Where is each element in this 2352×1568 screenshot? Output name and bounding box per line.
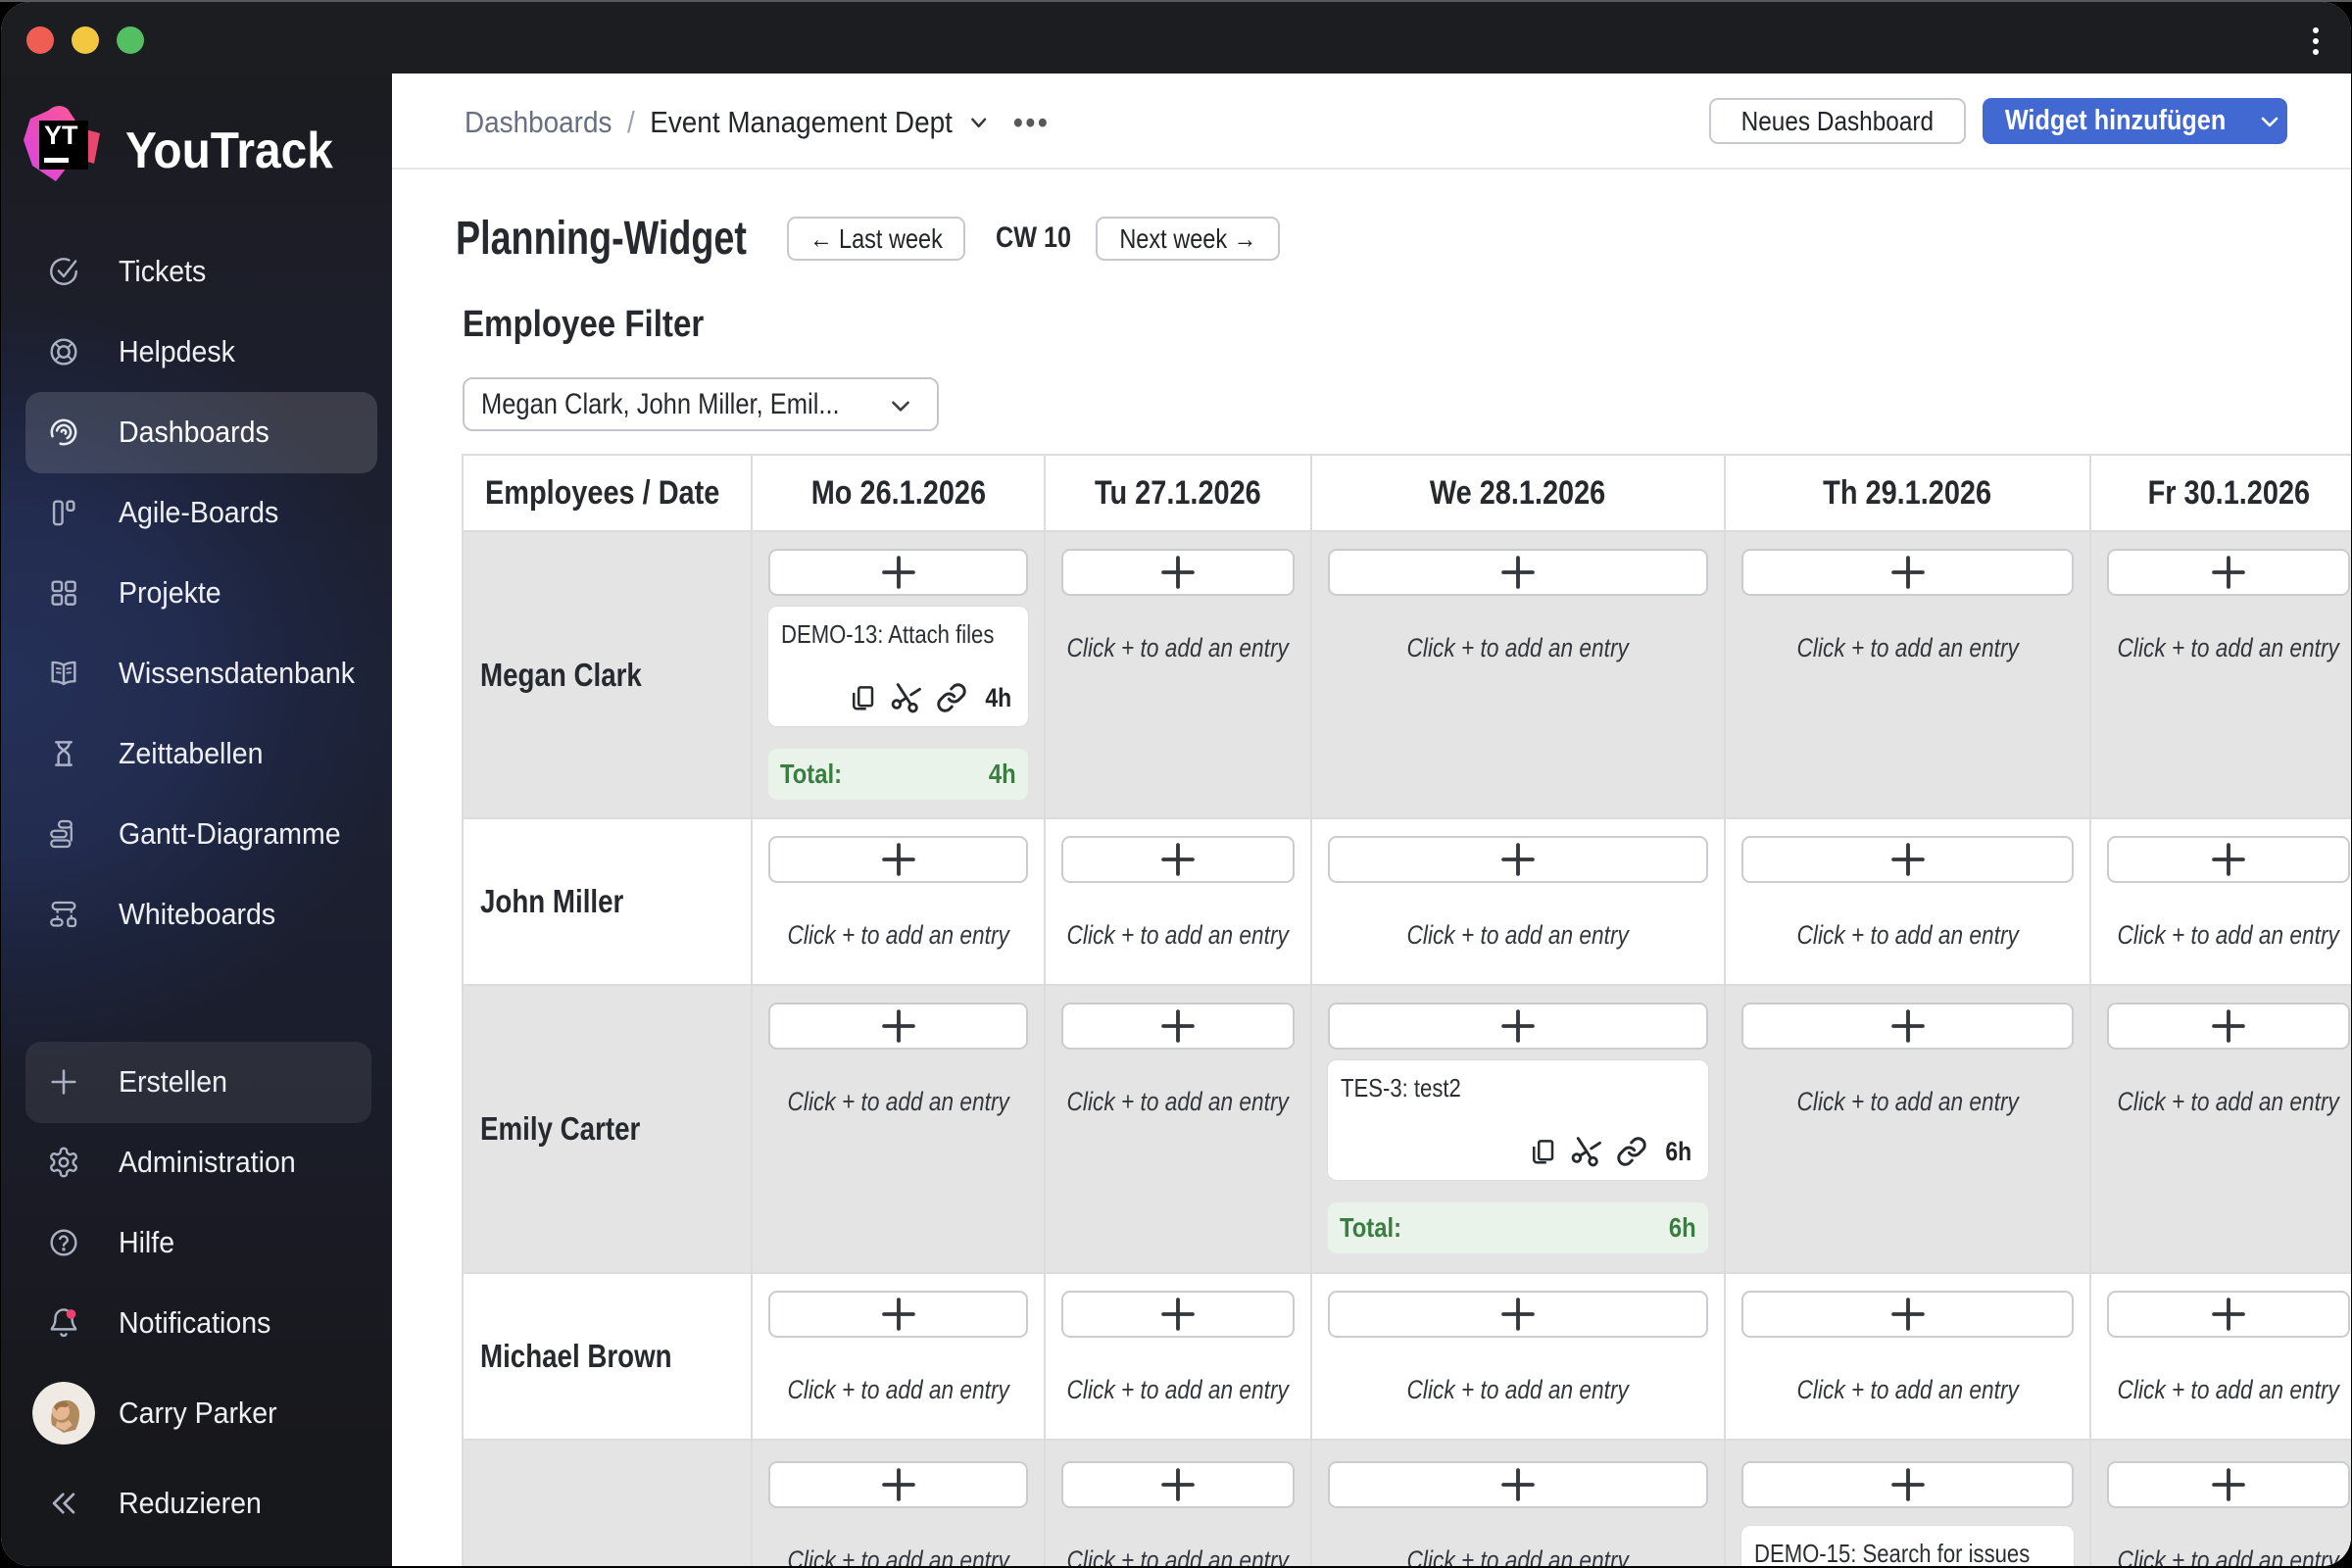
svg-text:YT: YT [44,121,78,150]
